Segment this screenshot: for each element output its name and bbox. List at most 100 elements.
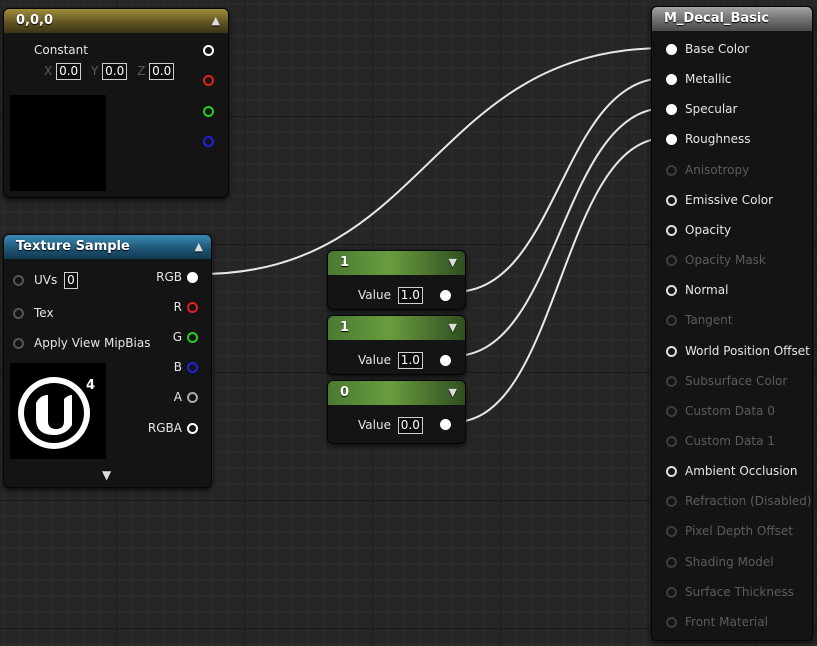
pin-label: Custom Data 1 <box>685 433 775 448</box>
y-value-field[interactable]: 0.0 <box>102 63 128 80</box>
output-pin[interactable] <box>440 355 451 366</box>
input-pin-tangent[interactable] <box>666 315 677 327</box>
input-pin-custom-data-1[interactable] <box>666 435 677 447</box>
chevron-down-icon[interactable]: ▼ <box>449 381 457 404</box>
input-pin-front-material[interactable] <box>666 616 677 628</box>
input-pin-custom-data-0[interactable] <box>666 405 677 417</box>
pin-label: Anisotropy <box>685 162 750 177</box>
pin-label: World Position Offset <box>685 343 810 358</box>
pin-label: Subsurface Color <box>685 373 788 388</box>
pin-label: Opacity <box>685 222 732 237</box>
scalar-node-title: 0 <box>340 385 350 400</box>
value-field[interactable]: 0.0 <box>397 417 423 434</box>
input-pin-refraction-disabled[interactable] <box>666 496 677 508</box>
uvs-value-field[interactable]: 0 <box>64 272 78 289</box>
svg-text:4: 4 <box>86 378 95 393</box>
scalar-node-title: 1 <box>340 255 350 270</box>
output-pin-b[interactable] <box>187 362 198 373</box>
output-label-a: A <box>173 390 182 404</box>
input-pin-shading-model[interactable] <box>666 556 677 568</box>
input-pin-anisotropy[interactable] <box>666 164 677 176</box>
wire-scalar3-to-roughness <box>453 137 667 423</box>
input-pin-subsurface-color[interactable] <box>666 375 677 387</box>
material-node-title: M_Decal_Basic <box>664 11 770 26</box>
wire-scalar2-to-specular <box>453 107 667 357</box>
input-pin-uvs[interactable] <box>13 275 24 286</box>
color-preview <box>10 95 106 191</box>
pin-label: Metallic <box>685 72 732 87</box>
pin-label: Specular <box>685 102 738 117</box>
scalar-constant-node-2[interactable]: 1 ▼ Value 1.0 <box>327 315 466 375</box>
input-pin-specular[interactable] <box>666 104 677 116</box>
input-pin-roughness[interactable] <box>666 134 677 146</box>
value-label: Value <box>358 418 391 432</box>
input-pin-normal[interactable] <box>666 285 677 297</box>
scalar-constant-node-1[interactable]: 1 ▼ Value 1.0 <box>327 250 466 310</box>
unreal-engine-4-logo-icon: 4 <box>18 377 95 449</box>
x-label: X <box>44 64 53 78</box>
output-pin-g[interactable] <box>187 332 198 343</box>
output-pin-r[interactable] <box>187 302 198 313</box>
input-pin-tex[interactable] <box>13 308 24 319</box>
input-pin-opacity-mask[interactable] <box>666 255 677 267</box>
apply-view-mipbias-label: Apply View MipBias <box>34 336 151 350</box>
material-node-header[interactable]: M_Decal_Basic <box>652 7 812 31</box>
input-pin-apply-view-mipbias[interactable] <box>13 338 24 349</box>
texture-thumbnail: 4 <box>10 363 106 459</box>
input-pin-emissive-color[interactable] <box>666 194 677 206</box>
tex-label: Tex <box>34 306 54 320</box>
expand-chevron-icon[interactable]: ▼ <box>102 468 111 482</box>
z-value-field[interactable]: 0.0 <box>149 63 175 80</box>
texture-sample-node[interactable]: Texture Sample ▲ UVs 0 Tex Apply View Mi… <box>3 234 212 488</box>
pin-label: Front Material <box>685 614 768 629</box>
constant-node-title: 0,0,0 <box>16 13 54 28</box>
output-pin-b[interactable] <box>203 136 214 147</box>
output-pin-rgb[interactable] <box>203 45 214 56</box>
output-pin-r[interactable] <box>203 75 214 86</box>
material-result-node[interactable]: M_Decal_Basic Base Color Metallic Specular… <box>651 6 813 641</box>
input-pin-base-color[interactable] <box>666 44 677 55</box>
scalar-node-header[interactable]: 1 ▼ <box>328 251 465 275</box>
scalar-node-title: 1 <box>340 320 350 335</box>
value-label: Value <box>358 353 391 367</box>
scalar-node-header[interactable]: 1 ▼ <box>328 316 465 340</box>
constant-label: Constant <box>34 43 88 57</box>
pin-label: Tangent <box>685 313 733 328</box>
output-label-g: G <box>172 330 182 344</box>
pin-label: Shading Model <box>685 554 774 569</box>
input-pin-world-position-offset[interactable] <box>666 345 677 357</box>
output-pin-a[interactable] <box>187 392 198 403</box>
output-pin-rgba[interactable] <box>187 423 198 434</box>
output-pin[interactable] <box>440 290 451 301</box>
constant-node-header[interactable]: 0,0,0 ▲ <box>4 9 228 33</box>
pin-label: Opacity Mask <box>685 253 766 268</box>
x-value-field[interactable]: 0.0 <box>56 63 82 80</box>
input-pin-surface-thickness[interactable] <box>666 586 677 598</box>
input-pin-opacity[interactable] <box>666 224 677 236</box>
chevron-down-icon[interactable]: ▼ <box>449 316 457 339</box>
chevron-down-icon[interactable]: ▼ <box>449 251 457 274</box>
scalar-node-header[interactable]: 0 ▼ <box>328 381 465 405</box>
output-pin[interactable] <box>440 419 451 430</box>
pin-label: Base Color <box>685 42 750 56</box>
value-field[interactable]: 1.0 <box>397 352 423 369</box>
pin-label: Pixel Depth Offset <box>685 524 793 539</box>
texture-node-header[interactable]: Texture Sample ▲ <box>4 235 211 259</box>
collapse-icon[interactable]: ▲ <box>195 235 203 258</box>
value-field[interactable]: 1.0 <box>397 287 423 304</box>
constant-vector-node[interactable]: 0,0,0 ▲ Constant X 0.0 Y 0.0 Z 0.0 <box>3 8 229 198</box>
output-label-r: R <box>173 300 182 314</box>
scalar-constant-node-3[interactable]: 0 ▼ Value 0.0 <box>327 380 466 444</box>
output-pin-g[interactable] <box>203 106 214 117</box>
pin-label: Emissive Color <box>685 192 774 207</box>
collapse-icon[interactable]: ▲ <box>212 9 220 32</box>
output-pin-rgb[interactable] <box>187 272 198 283</box>
input-pin-pixel-depth-offset[interactable] <box>666 526 677 538</box>
output-label-rgba: RGBA <box>147 421 182 435</box>
pin-label: Roughness <box>685 132 751 147</box>
y-label: Y <box>90 64 99 78</box>
texture-node-title: Texture Sample <box>16 239 130 254</box>
input-pin-ambient-occlusion[interactable] <box>666 466 677 478</box>
pin-label: Normal <box>685 283 729 298</box>
input-pin-metallic[interactable] <box>666 74 677 86</box>
